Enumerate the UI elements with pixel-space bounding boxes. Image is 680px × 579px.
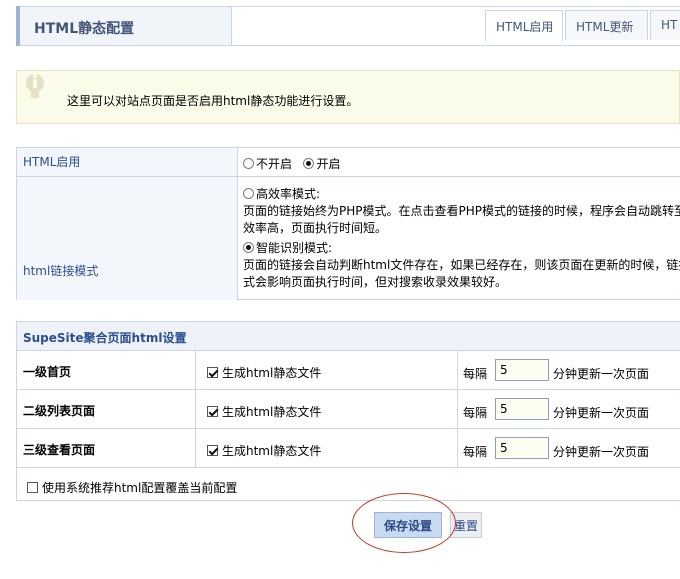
override-label: 使用系统推荐html配置覆盖当前配置 <box>42 481 238 495</box>
interval-prefix: 每隔 <box>463 367 488 381</box>
option-disable[interactable]: 不开启 <box>243 157 292 171</box>
generate-checkbox-item[interactable]: 生成html静态文件 <box>207 442 321 459</box>
override-checkbox-item[interactable]: 使用系统推荐html配置覆盖当前配置 <box>27 479 237 496</box>
generate-checkbox[interactable] <box>207 367 218 378</box>
html-enable-options: 不开启 开启 <box>243 155 680 172</box>
interval-suffix: 分钟更新一次页面 <box>553 406 650 420</box>
html-enable-label: HTML启用 <box>17 148 237 177</box>
table-row: 三级查看页面 生成html静态文件 每隔 分钟更新一次页面 <box>17 429 680 468</box>
interval-prefix: 每隔 <box>463 445 488 459</box>
efficient-desc-2: 效率高，页面执行时间短。 <box>243 221 388 235</box>
aggregate-header: SupeSite聚合页面html设置 <box>17 322 680 351</box>
link-mode-options: 高效率模式: 页面的链接始终为PHP模式。在点击查看PHP模式的链接的时候，程序… <box>243 186 680 291</box>
cell-divider <box>457 390 458 429</box>
interval-suffix: 分钟更新一次页面 <box>553 445 650 459</box>
lightbulb-icon <box>19 71 55 107</box>
column-divider <box>237 148 238 300</box>
radio-smart[interactable] <box>243 242 254 253</box>
tip-box: 这里可以对站点页面是否启用html静态功能进行设置。 <box>16 70 680 124</box>
table-row: 二级列表页面 生成html静态文件 每隔 分钟更新一次页面 <box>17 390 680 429</box>
generate-checkbox-item[interactable]: 生成html静态文件 <box>207 364 321 381</box>
tab-html-update[interactable]: HTML更新 <box>565 10 648 40</box>
radio-enable[interactable] <box>303 158 315 169</box>
generate-checkbox[interactable] <box>207 406 218 417</box>
interval-input[interactable] <box>495 398 549 420</box>
page-title: HTML静态配置 <box>34 21 135 37</box>
row-name: 一级首页 <box>23 365 72 379</box>
interval-prefix: 每隔 <box>463 406 488 420</box>
option-enable[interactable]: 开启 <box>303 157 340 171</box>
reset-button[interactable]: 重置 <box>450 512 482 538</box>
smart-desc-2: 式会影响页面执行时间，但对搜索收录效果较好。 <box>243 275 508 289</box>
tip-text: 这里可以对站点页面是否启用html静态功能进行设置。 <box>67 94 359 108</box>
row-name: 三级查看页面 <box>23 443 96 457</box>
tab-html-enable[interactable]: HTML启用 <box>485 10 563 41</box>
row-divider <box>237 176 680 177</box>
cell-divider <box>195 390 196 429</box>
row-name: 二级列表页面 <box>23 404 96 418</box>
link-mode-label: html链接模式 <box>17 177 237 300</box>
option-smart[interactable]: 智能识别模式: <box>243 240 680 257</box>
interval-suffix: 分钟更新一次页面 <box>553 367 650 381</box>
cell-divider <box>457 351 458 390</box>
option-efficient[interactable]: 高效率模式: <box>243 186 680 203</box>
table-row: 一级首页 生成html静态文件 每隔 分钟更新一次页面 <box>17 351 680 390</box>
generate-checkbox-item[interactable]: 生成html静态文件 <box>207 403 321 420</box>
aggregate-settings-table: SupeSite聚合页面html设置 一级首页 生成html静态文件 每隔 分钟… <box>16 321 680 501</box>
generate-checkbox[interactable] <box>207 445 218 456</box>
cell-divider <box>195 429 196 468</box>
interval-input[interactable] <box>495 359 549 381</box>
save-button[interactable]: 保存设置 <box>374 512 442 538</box>
smart-desc-1: 页面的链接会自动判断html文件存在，如果已经存在，则该页面在更新的时候，链接 <box>243 258 680 272</box>
radio-efficient[interactable] <box>243 188 254 199</box>
override-checkbox[interactable] <box>27 482 38 493</box>
html-settings-table: HTML启用 html链接模式 不开启 开启 高效率模式: 页面的链接始终为PH… <box>16 147 680 300</box>
radio-disable[interactable] <box>243 158 254 169</box>
tab-html-truncated[interactable]: HT <box>650 10 680 40</box>
interval-input[interactable] <box>495 437 549 459</box>
title-box: HTML静态配置 <box>20 6 232 46</box>
cell-divider <box>457 429 458 468</box>
cell-divider <box>195 351 196 390</box>
efficient-desc-1: 页面的链接始终为PHP模式。在点击查看PHP模式的链接的时候，程序会自动跳转至 <box>243 204 680 218</box>
